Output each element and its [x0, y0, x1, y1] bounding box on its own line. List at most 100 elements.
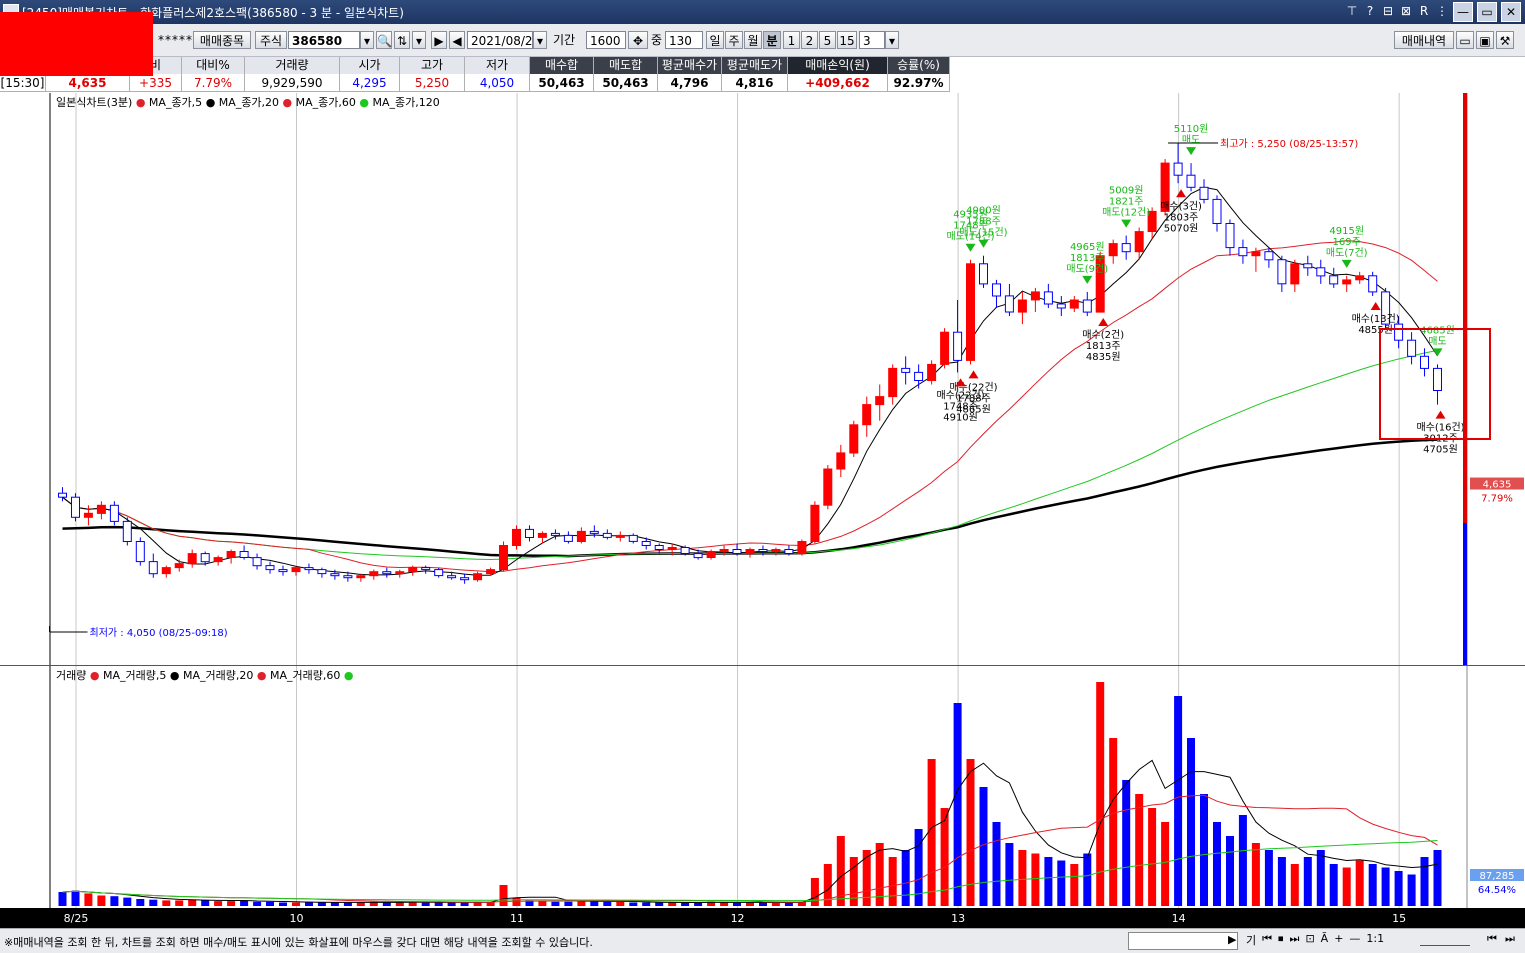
- sell-label-3-0: 5009원: [1109, 185, 1144, 197]
- sort-icon[interactable]: ⇅: [394, 31, 410, 49]
- volume-bar-55: [771, 902, 780, 906]
- layout-icon[interactable]: ⊟: [1381, 2, 1395, 20]
- minimize-button[interactable]: —: [1453, 2, 1473, 22]
- unit-day-button[interactable]: 일: [706, 31, 724, 49]
- fast-forward-icon[interactable]: ⏭: [1290, 932, 1300, 948]
- count-label: 중: [651, 33, 663, 47]
- trade-item-button[interactable]: 매매종목: [193, 31, 251, 49]
- sell-arrow-5: [1341, 259, 1352, 268]
- close-button[interactable]: ✕: [1501, 2, 1521, 22]
- candle-body-81: [1108, 243, 1118, 257]
- next-arrow-icon[interactable]: ▶: [431, 31, 447, 49]
- candle-body-86: [1173, 162, 1183, 176]
- candle-body-31: [460, 577, 470, 581]
- market-select[interactable]: 주식: [255, 31, 287, 49]
- first-page-icon[interactable]: ⏮: [1487, 932, 1497, 946]
- price-chart-svg[interactable]: 최고가 : 5,250 (08/25-13:57) 최저가 : 4,050 (08…: [0, 93, 1525, 665]
- folder-icon[interactable]: ▭: [1456, 31, 1474, 49]
- volume-bar-12: [214, 901, 223, 906]
- candle-body-65: [901, 367, 911, 373]
- ctrl-gi[interactable]: 기: [1246, 932, 1256, 948]
- quote-header-11: 매매손익(원): [788, 57, 888, 74]
- settings-icon[interactable]: ✥: [628, 31, 648, 49]
- volume-bar-74: [1018, 850, 1027, 906]
- unit-5-button[interactable]: 5: [819, 31, 836, 49]
- price-chart-pane[interactable]: 일본식차트(3분) ● MA_종가,5 ● MA_종가,20 ● MA_종가,6…: [0, 93, 1525, 665]
- candle-body-62: [862, 404, 872, 426]
- prev-arrow-icon[interactable]: ◀: [449, 31, 465, 49]
- volume-bar-0: [58, 892, 67, 906]
- volume-bar-90: [1226, 836, 1234, 906]
- unit-select[interactable]: 3: [859, 31, 885, 49]
- sell-label-2-2: 매도(9건): [1066, 263, 1108, 275]
- sell-label-2-1: 1813주: [1070, 253, 1105, 264]
- more-icon[interactable]: ⋮: [1435, 2, 1449, 20]
- scroll-right-icon[interactable]: ▶: [1228, 933, 1236, 946]
- candle-body-70: [966, 263, 975, 361]
- volume-bar-73: [1005, 843, 1014, 906]
- candle-body-50: [706, 551, 716, 558]
- candle-body-78: [1069, 299, 1079, 309]
- candle-body-32: [473, 573, 483, 581]
- vol-legend-ma60: MA_거래량,60: [269, 669, 341, 682]
- volume-bar-51: [720, 902, 729, 906]
- quote-header-2: 대비%: [182, 57, 245, 74]
- candle-body-71: [979, 263, 988, 285]
- volume-bar-69: [953, 703, 962, 906]
- unit-1-button[interactable]: 1: [783, 31, 800, 49]
- period-label: 기간: [553, 33, 576, 47]
- code-dropdown-icon[interactable]: ▾: [360, 31, 374, 49]
- buy-arrow-4: [1370, 301, 1381, 310]
- redacted-area: [0, 12, 153, 76]
- candle-body-44: [628, 534, 638, 542]
- save-icon[interactable]: ▣: [1476, 31, 1494, 49]
- maximize-button[interactable]: ▭: [1477, 2, 1497, 22]
- code-input[interactable]: 386580: [288, 31, 360, 49]
- stop-icon[interactable]: ⏹: [1278, 932, 1284, 948]
- volume-chart-pane[interactable]: 거래량 ● MA_거래량,5 ● MA_거래량,20 ● MA_거래량,60 ●…: [0, 665, 1525, 909]
- quote-header-9: 평균매수가: [658, 57, 722, 74]
- font-icon[interactable]: Ã: [1321, 932, 1329, 948]
- sort-dropdown-icon[interactable]: ▾: [412, 31, 426, 49]
- date-dropdown-icon[interactable]: ▾: [533, 31, 547, 49]
- volume-bar-79: [1083, 853, 1092, 906]
- history-button[interactable]: 매매내역: [1394, 31, 1454, 49]
- search-icon[interactable]: 🔍: [376, 31, 392, 49]
- wrench-icon[interactable]: ⚒: [1496, 31, 1514, 49]
- volume-bar-44: [629, 902, 638, 906]
- volume-bar-88: [1200, 794, 1208, 906]
- volume-bar-91: [1238, 815, 1247, 906]
- link-icon[interactable]: ⊠: [1399, 2, 1413, 20]
- scroll-track[interactable]: [1128, 932, 1238, 950]
- unit-week-button[interactable]: 주: [725, 31, 743, 49]
- candle-body-55: [771, 549, 781, 552]
- volume-bar-10: [188, 899, 197, 906]
- unit-min-button[interactable]: 분: [763, 31, 781, 49]
- sell-label-3-1: 1821주: [1109, 197, 1144, 208]
- volume-chart-svg[interactable]: 87,285 64.54%: [0, 666, 1525, 909]
- quote-header-7: 매수합: [530, 57, 594, 74]
- unit-dropdown-icon[interactable]: ▾: [885, 31, 899, 49]
- unit-month-button[interactable]: 월: [744, 31, 762, 49]
- unit-15-button[interactable]: 15: [837, 31, 857, 49]
- frame-icon[interactable]: ⊡: [1305, 932, 1314, 948]
- period-input[interactable]: 1600: [586, 31, 626, 49]
- zoom-out-icon[interactable]: —: [1349, 932, 1360, 948]
- refresh-icon[interactable]: R: [1417, 2, 1431, 20]
- zoom-slider[interactable]: [1420, 935, 1470, 946]
- unit-2-button[interactable]: 2: [801, 31, 818, 49]
- volume-bar-101: [1368, 864, 1377, 906]
- volume-bar-48: [681, 902, 690, 906]
- last-page-icon[interactable]: ⏭: [1505, 932, 1515, 946]
- candle-body-36: [525, 528, 534, 538]
- help-icon[interactable]: ?: [1363, 2, 1377, 20]
- count-input[interactable]: 130: [665, 31, 703, 49]
- pin-icon[interactable]: ⊤: [1345, 2, 1359, 20]
- date-input[interactable]: 2021/08/25: [467, 31, 540, 49]
- volume-bar-39: [564, 901, 573, 906]
- zoom-in-icon[interactable]: +: [1334, 932, 1343, 948]
- quote-header-4: 시가: [340, 57, 400, 74]
- rewind-icon[interactable]: ⏮: [1262, 932, 1272, 948]
- volume-bar-21: [330, 902, 339, 906]
- candle-body-25: [382, 571, 392, 575]
